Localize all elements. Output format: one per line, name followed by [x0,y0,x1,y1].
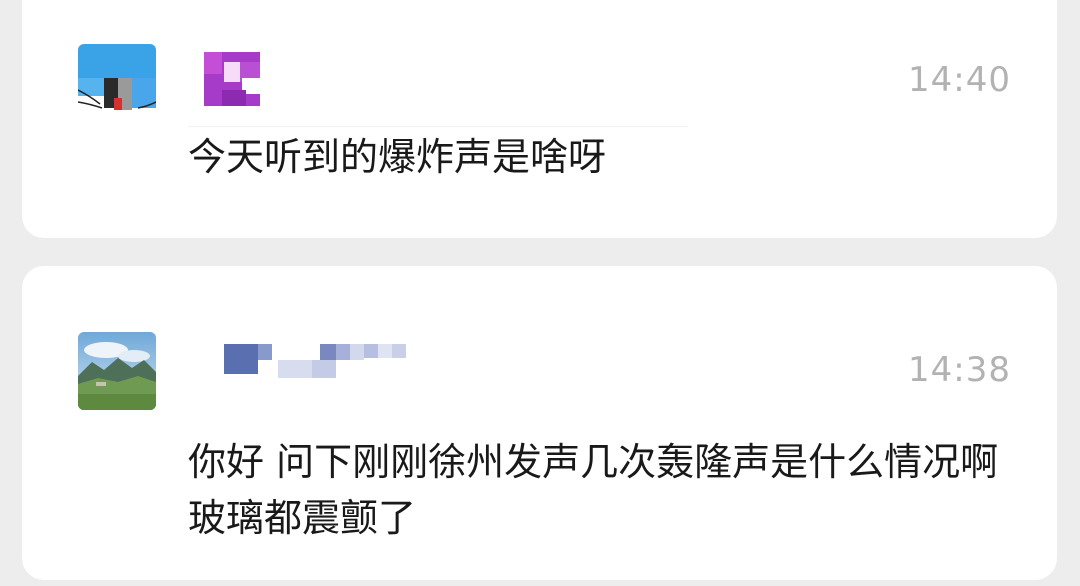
cartoon-cat-avatar-pixelated [78,44,156,122]
pixelated-name-icon [200,50,280,110]
sender-name-blurred [200,340,410,384]
message-card[interactable]: 14:40 今天听到的爆炸声是啥呀 [22,0,1057,238]
message-card[interactable]: 14:38 你好 问下刚刚徐州发声几次轰隆声是什么情况啊 玻璃都震颤了 [22,266,1057,580]
message-text: 今天听到的爆炸声是啥呀 [188,135,607,179]
pixelated-name-icon [224,344,406,378]
message-time: 14:40 [908,60,1011,100]
sender-avatar[interactable] [78,44,156,122]
sender-name-blurred [200,50,280,114]
divider [188,126,688,127]
message-text: 你好 问下刚刚徐州发声几次轰隆声是什么情况啊 玻璃都震颤了 [188,440,999,540]
mountain-landscape-avatar [78,332,156,410]
message-time: 14:38 [908,350,1011,390]
sender-avatar[interactable] [78,332,156,410]
